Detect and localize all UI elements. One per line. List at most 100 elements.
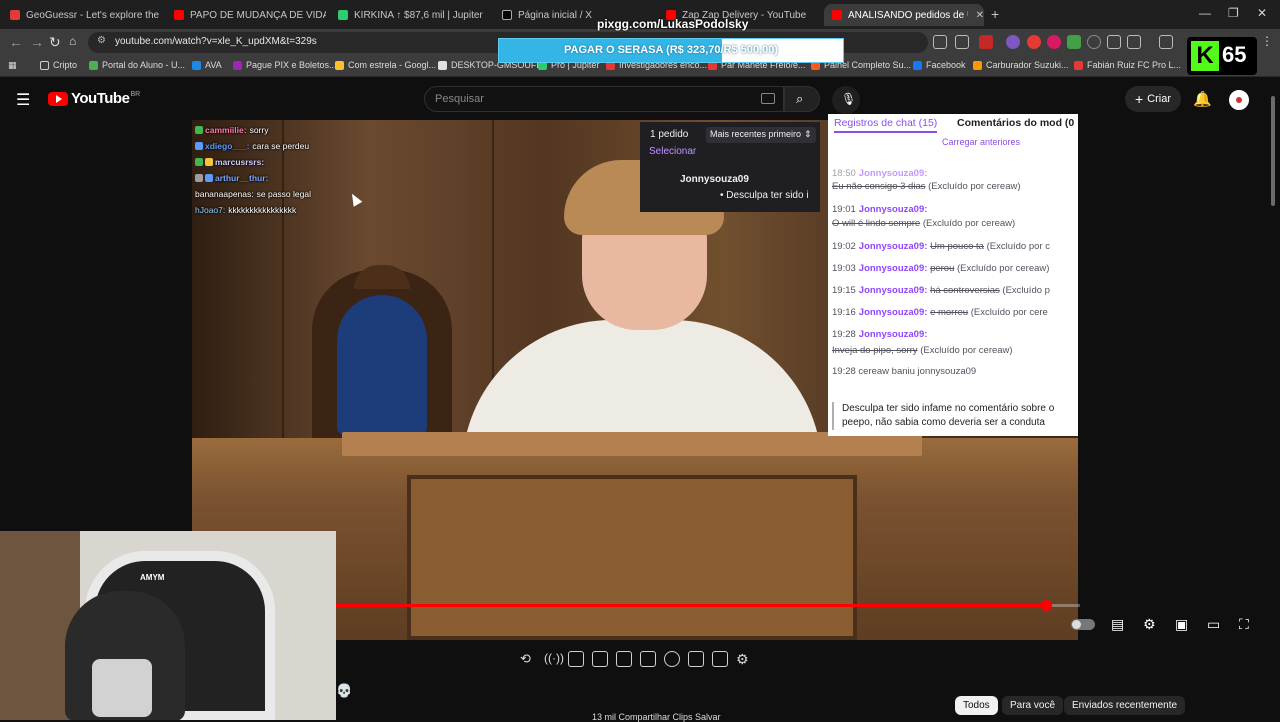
log-deleted-message: perou [930, 263, 955, 274]
tab-jupiter[interactable]: KIRKINA ↑ $87,6 mil | Jupiter [330, 4, 490, 26]
frame-icon[interactable] [640, 651, 656, 667]
subtitles-icon[interactable]: ▤ [1111, 616, 1124, 633]
chat-message: arthur__thur: [195, 170, 385, 186]
screenshot-camera-icon[interactable] [712, 651, 728, 667]
film-icon[interactable] [592, 651, 608, 667]
tab-mod-comments[interactable]: Comentários do mod (0 [957, 117, 1074, 129]
chat-username: cammiilie: [205, 125, 247, 135]
load-older-link[interactable]: Carregar anteriores [942, 137, 1020, 147]
tab-analisando-active[interactable]: ANALISANDO pedidos de UN ✕ [824, 4, 984, 26]
restore-icon[interactable]: ❐ [1228, 6, 1239, 20]
forward-icon[interactable]: → [30, 34, 44, 50]
tab-title: GeoGuessr - Let's explore the world! [26, 9, 162, 21]
notifications-bell-icon[interactable]: 🔔 [1193, 90, 1212, 108]
theater-mode-icon[interactable]: ▭ [1207, 616, 1220, 633]
mod-badge-icon [195, 158, 203, 166]
scrubber-handle[interactable] [1040, 600, 1052, 611]
voice-search-button[interactable]: 🎙 [832, 86, 860, 114]
tab-chat-log[interactable]: Registros de chat (15) [834, 117, 938, 133]
new-tab-icon[interactable]: + [991, 6, 999, 22]
log-user[interactable]: Jonnysouza09: [859, 263, 928, 274]
search-input[interactable]: Pesquisar [435, 93, 484, 105]
extension-icon[interactable] [1027, 35, 1041, 49]
extension-settings-icon[interactable]: ⚙ [736, 651, 752, 667]
brave-shield-icon[interactable] [979, 35, 993, 49]
audio-icon[interactable]: ((·)) [544, 651, 564, 667]
search-button[interactable]: ⌕ [784, 86, 820, 112]
bookmark-portal-aluno[interactable]: Portal do Aluno - U... [89, 60, 185, 70]
youtube-logo[interactable]: YouTube BR [48, 90, 140, 107]
chat-username: xdiego___: [205, 141, 250, 151]
x-favicon-icon [502, 10, 512, 20]
extension-icon[interactable] [1067, 35, 1081, 49]
log-user[interactable]: Jonnysouza09: [859, 168, 928, 179]
chip-recently-uploaded[interactable]: Enviados recentemente [1064, 696, 1186, 715]
close-tab-icon[interactable]: ✕ [976, 10, 984, 21]
cast-icon[interactable] [933, 35, 947, 49]
log-user[interactable]: Jonnysouza09: [859, 329, 928, 340]
chevron-updown-icon: ⇕ [804, 129, 812, 139]
bookmark-pague-pix[interactable]: Pague PIX e Boletos... [233, 60, 337, 70]
miniplayer-icon[interactable]: ▣ [1175, 616, 1188, 633]
folder-icon [40, 60, 49, 70]
log-row: Inveja do pipo, sorry (Excluído por cere… [832, 344, 1013, 357]
speed-icon[interactable] [664, 651, 680, 667]
url-text[interactable]: youtube.com/watch?v=xle_K_updXM&t=329s [115, 36, 317, 47]
tab-geoguessr[interactable]: GeoGuessr - Let's explore the world! [2, 4, 162, 26]
log-user[interactable]: Jonnysouza09: [859, 285, 928, 296]
select-link[interactable]: Selecionar [649, 146, 696, 157]
add-frame-icon[interactable] [688, 651, 704, 667]
log-user[interactable]: Jonnysouza09: [859, 204, 928, 215]
fullscreen-icon[interactable]: ⛶ [1239, 616, 1249, 633]
keyboard-icon[interactable] [761, 93, 775, 104]
search-field[interactable]: Pesquisar [424, 86, 784, 112]
video-progress-bar[interactable] [336, 600, 1080, 611]
bookmark-carburador[interactable]: Carburador Suzuki... [973, 60, 1069, 70]
site-info-icon[interactable]: ⚙ [97, 35, 106, 46]
reload-icon[interactable]: ↻ [49, 34, 61, 51]
video-action-row[interactable]: 13 mil Compartilhar Clips Salvar [592, 712, 721, 722]
menu-dots-icon[interactable]: ⋮ [1260, 35, 1274, 49]
apps-grid-icon[interactable]: ▦ [8, 60, 17, 71]
bookmark-label: AVA [205, 60, 222, 70]
sidepanel-icon[interactable] [1127, 35, 1141, 49]
autoplay-toggle[interactable] [1071, 619, 1095, 630]
pip-icon[interactable] [616, 651, 632, 667]
chat-text: cara se perdeu [252, 141, 310, 151]
request-username[interactable]: Jonnysouza09 [680, 174, 749, 185]
chat-username: arthur__thur: [215, 173, 269, 183]
media-icon[interactable] [1159, 35, 1173, 49]
settings-gear-icon[interactable]: ⚙ [1143, 616, 1156, 633]
cinema-icon[interactable] [568, 651, 584, 667]
bookmark-facebook[interactable]: Facebook [913, 60, 966, 70]
bookmark-ava[interactable]: AVA [192, 60, 222, 70]
log-note: (Excluído por cere [970, 307, 1048, 318]
extension-icon[interactable] [1047, 35, 1061, 49]
back-icon[interactable]: ← [9, 34, 23, 50]
loop-icon[interactable]: ⟲ [520, 651, 536, 667]
chip-for-you[interactable]: Para você [1002, 696, 1064, 715]
bookmark-page-icon[interactable]: ⌂ [69, 34, 76, 48]
bookmark-com-estrela[interactable]: Com estrela - Googl... [335, 60, 436, 70]
log-row: 19:03 Jonnysouza09: perou (Excluído por c… [832, 262, 1049, 275]
log-user[interactable]: Jonnysouza09: [859, 241, 928, 252]
hamburger-menu-icon[interactable]: ☰ [16, 90, 30, 110]
plus-icon: + [1134, 91, 1144, 107]
scrollbar-thumb[interactable] [1271, 96, 1275, 206]
minimize-icon[interactable]: — [1199, 6, 1211, 20]
ban-notice: 19:28 cereaw baniu jonnysouza09 [832, 366, 977, 377]
extensions-puzzle-icon[interactable] [1107, 35, 1121, 49]
sort-select[interactable]: Mais recentes primeiro ⇕ [706, 127, 816, 143]
share-icon[interactable] [955, 35, 969, 49]
tab-papo[interactable]: PAPO DE MUDANÇA DE VIDA COM [166, 4, 326, 26]
log-user[interactable]: Jonnysouza09: [859, 307, 928, 318]
bookmark-cripto[interactable]: Cripto [40, 60, 77, 70]
extension-icon[interactable] [1006, 35, 1020, 49]
chip-all[interactable]: Todos [955, 696, 998, 715]
create-button[interactable]: + Criar [1125, 86, 1181, 112]
avatar[interactable] [1229, 90, 1249, 110]
bookmark-fabian-ruiz[interactable]: Fabián Ruiz FC Pro L... [1074, 60, 1181, 70]
close-window-icon[interactable]: ✕ [1257, 6, 1267, 20]
extension-icon[interactable] [1087, 35, 1101, 49]
page-scrollbar[interactable] [1270, 88, 1276, 720]
